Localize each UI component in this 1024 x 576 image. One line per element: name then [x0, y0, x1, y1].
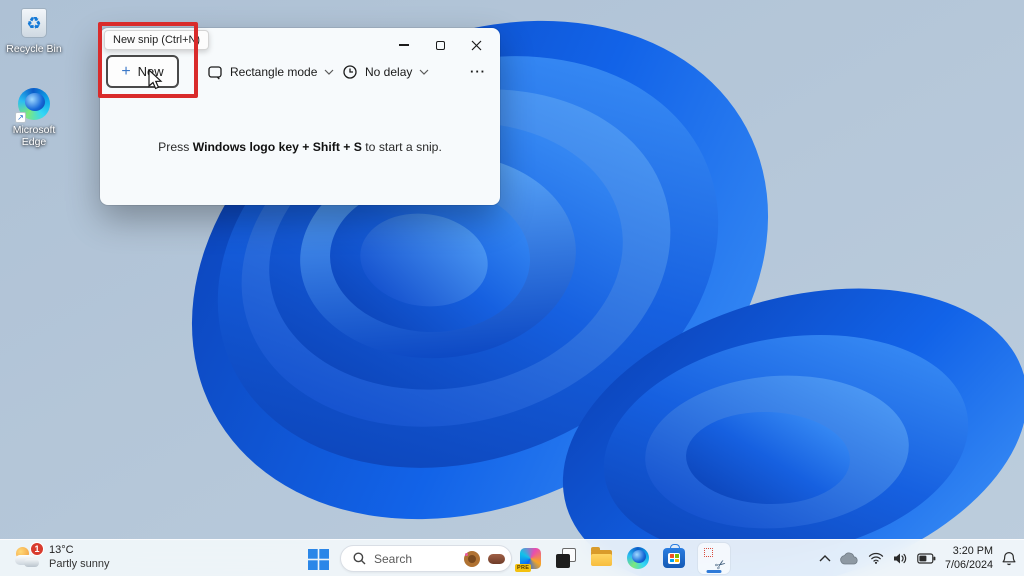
- delay-dropdown[interactable]: No delay: [338, 55, 433, 88]
- speaker-icon: [893, 553, 907, 563]
- taskbar-snipping-tool-button-active[interactable]: ✂: [698, 542, 730, 574]
- active-app-indicator: [706, 569, 722, 573]
- weather-condition: Partly sunny: [49, 558, 110, 570]
- volume-button[interactable]: [893, 552, 908, 565]
- delay-dropdown-label: No delay: [365, 64, 413, 79]
- clock-button[interactable]: 3:20 PM 7/06/2024: [945, 544, 993, 572]
- cloud-icon: [840, 552, 858, 564]
- minimize-icon: [399, 44, 409, 46]
- battery-icon: [917, 552, 936, 564]
- tray-overflow-button[interactable]: [819, 554, 831, 562]
- recycle-symbol: ♻: [26, 13, 42, 33]
- chevron-up-icon: [819, 554, 831, 561]
- onedrive-button[interactable]: [840, 552, 859, 565]
- mode-dropdown[interactable]: Rectangle mode: [203, 55, 338, 88]
- system-tray: 3:20 PM 7/06/2024: [816, 540, 1019, 576]
- desktop-icon-recycle-bin[interactable]: ♻ Recycle Bin: [5, 5, 63, 55]
- microsoft-store-icon: [663, 544, 685, 568]
- desktop-icon-microsoft-edge[interactable]: ↗ Microsoft Edge: [5, 86, 63, 148]
- bell-icon: [1002, 551, 1016, 565]
- tray-time: 3:20 PM: [952, 544, 993, 557]
- desktop-icon-label: Recycle Bin: [6, 43, 62, 55]
- shortcut-arrow-icon: ↗: [15, 112, 26, 123]
- taskbar-store-button[interactable]: [662, 544, 686, 570]
- network-button[interactable]: [868, 552, 884, 564]
- close-button[interactable]: [458, 32, 494, 58]
- widgets-weather-button[interactable]: 1 13°C Partly sunny: [8, 540, 116, 576]
- mode-dropdown-label: Rectangle mode: [230, 64, 318, 79]
- taskbar-task-view-button[interactable]: [554, 546, 578, 570]
- edge-icon: [627, 547, 649, 569]
- weather-temperature: 13°C: [49, 544, 74, 557]
- search-icon: [353, 552, 366, 565]
- tray-date: 7/06/2024: [944, 559, 993, 571]
- taskbar-search-box[interactable]: Search: [340, 545, 512, 572]
- wifi-icon: [868, 552, 884, 564]
- see-more-button[interactable]: ···: [464, 59, 492, 83]
- taskbar-file-explorer-button[interactable]: [590, 546, 614, 570]
- snip-hint-text: Press Windows logo key + Shift + S to st…: [158, 140, 442, 154]
- taskbar: 1 13°C Partly sunny Search PRE ✂ 3:20 PM…: [0, 539, 1024, 576]
- search-highlight-eclair-icon[interactable]: [488, 553, 505, 564]
- battery-button[interactable]: [917, 552, 936, 564]
- search-highlight-donut-icon[interactable]: [464, 550, 480, 567]
- notification-center-button[interactable]: [1002, 551, 1016, 566]
- copilot-preview-badge: PRE: [515, 564, 532, 572]
- taskbar-copilot-button[interactable]: PRE: [515, 546, 542, 572]
- mouse-cursor: [148, 69, 163, 90]
- rectangle-mode-icon: [208, 65, 222, 79]
- desktop-icon-label: Microsoft Edge: [12, 124, 56, 149]
- notification-badge: 1: [30, 542, 44, 556]
- taskbar-edge-button[interactable]: [626, 546, 650, 570]
- windows-desktop: ♻ Recycle Bin ↗ Microsoft Edge + New: [0, 0, 1024, 576]
- more-options-icon: ···: [470, 63, 486, 79]
- maximize-icon: [435, 40, 445, 50]
- search-placeholder: Search: [374, 551, 413, 566]
- chevron-down-icon: [324, 69, 334, 75]
- chevron-down-icon: [419, 69, 429, 75]
- clock-icon: [343, 64, 357, 79]
- weather-icon: 1: [14, 542, 44, 571]
- windows-logo-icon: [307, 548, 329, 570]
- taskbar-app-icons: PRE ✂: [515, 540, 730, 576]
- close-icon: [471, 40, 481, 50]
- recycle-bin-icon: ♻: [21, 8, 47, 38]
- snip-selection-icon: [704, 547, 713, 557]
- start-button[interactable]: [306, 547, 330, 571]
